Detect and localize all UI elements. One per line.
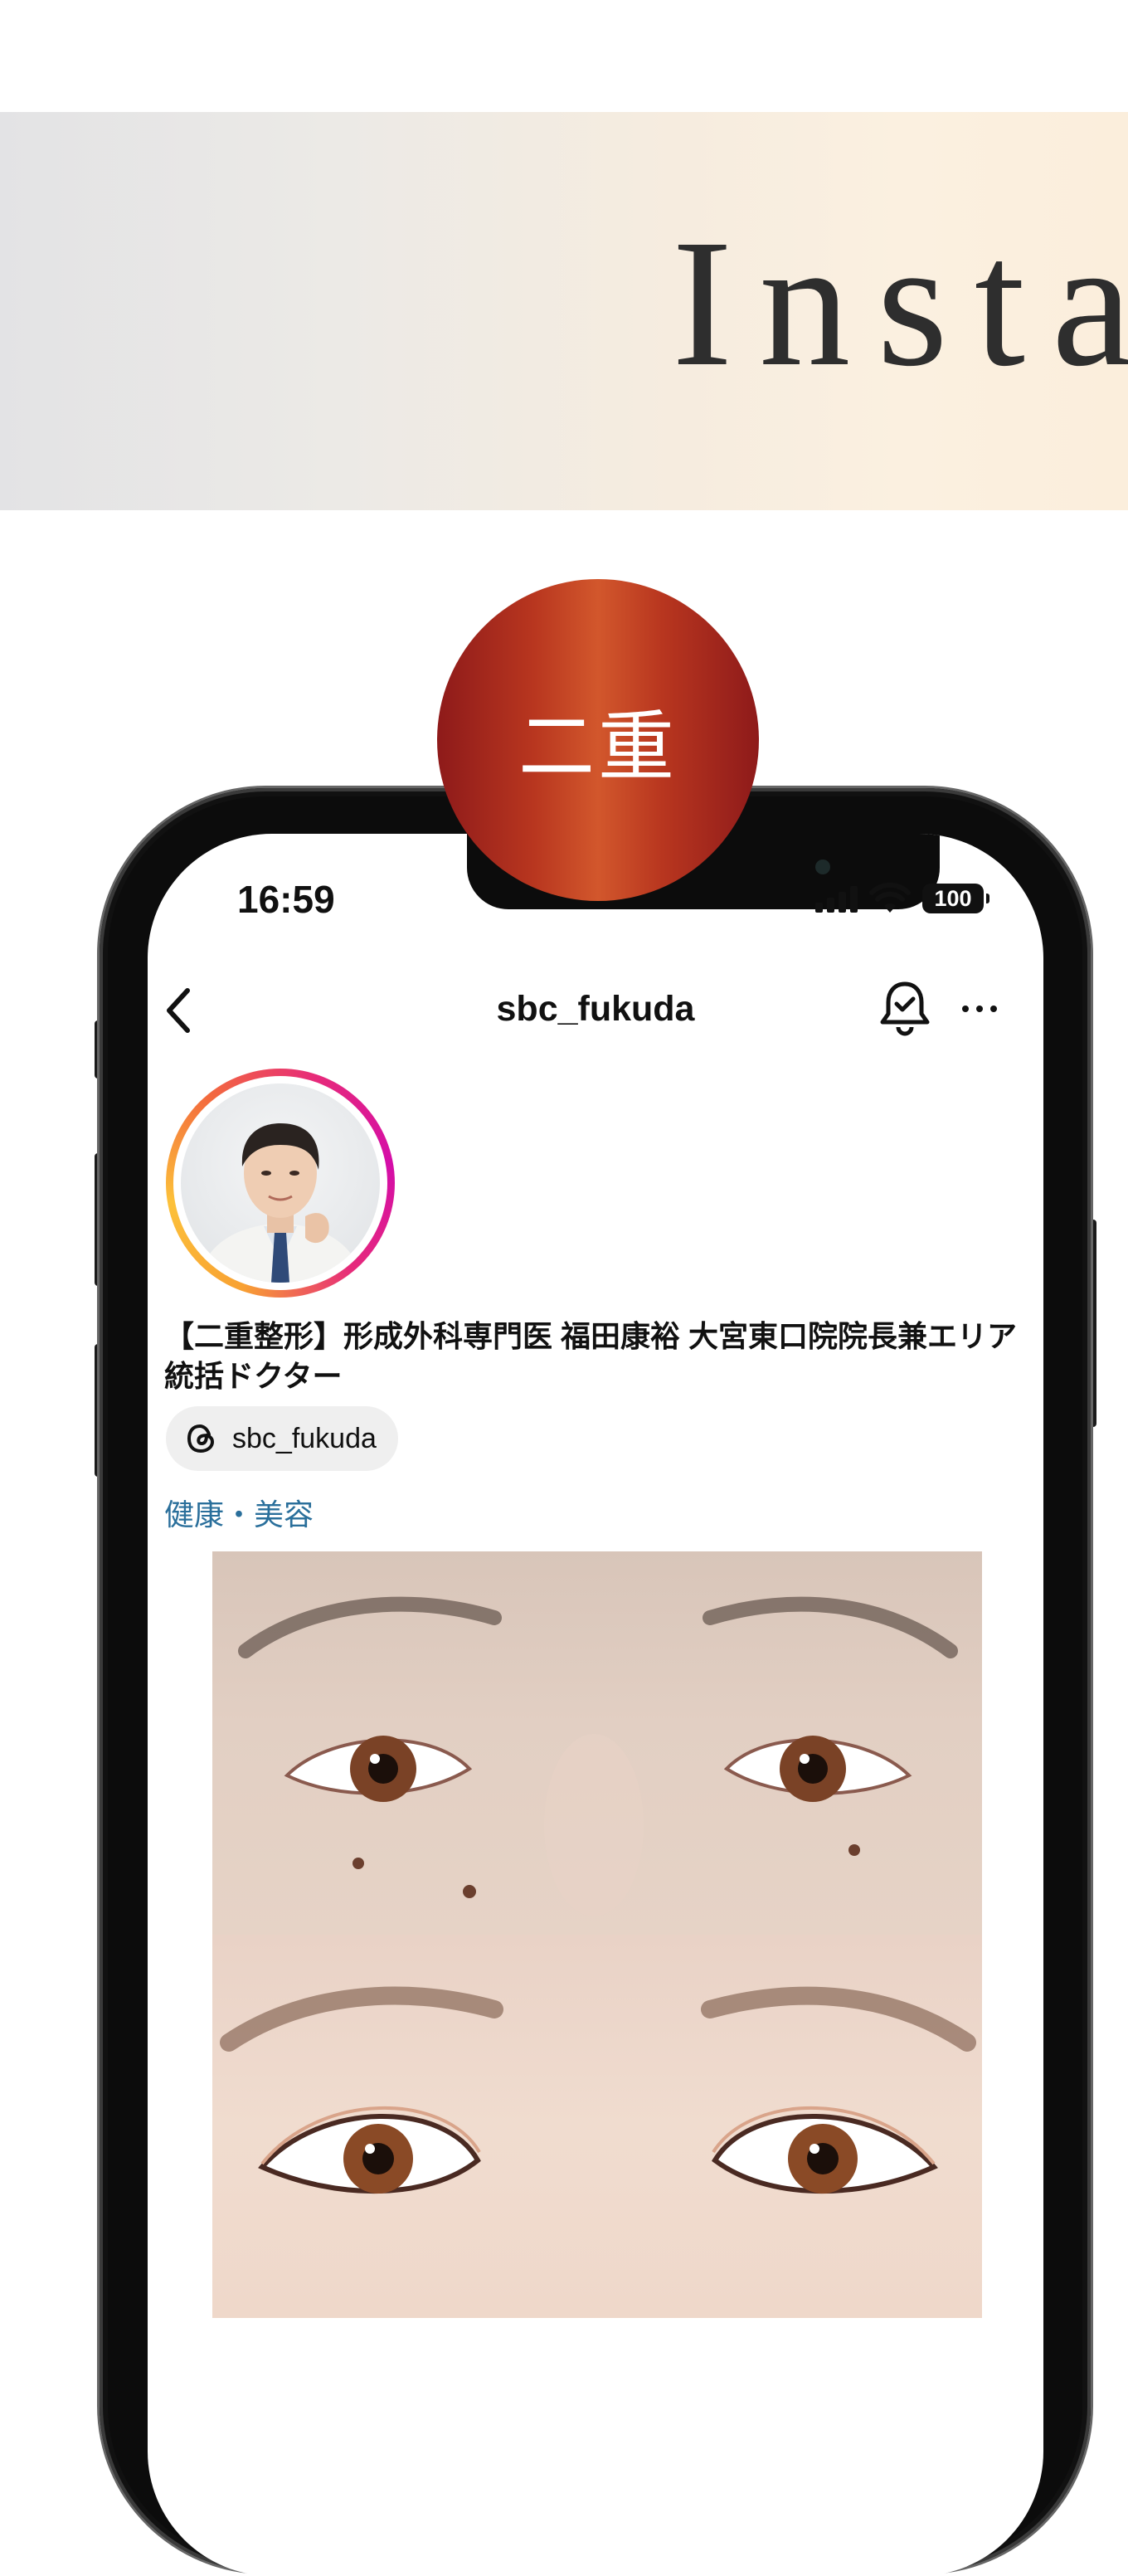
phone-screen: 16:59 100 sbc_fukuda 【二重整形】形成外科専門医 福田康裕 … <box>148 834 1043 2576</box>
battery-icon: 100 <box>922 884 989 913</box>
story-ring[interactable] <box>166 1069 395 1298</box>
after-eyes-image <box>220 1986 976 2194</box>
bell-check-icon[interactable] <box>878 979 932 1037</box>
badge-label: 二重 <box>518 702 678 791</box>
bio-name: 【二重整形】形成外科専門医 福田康裕 大宮東口院院長兼エリア統括ドクター <box>164 1319 1018 1393</box>
status-time: 16:59 <box>237 878 335 921</box>
avatar[interactable] <box>181 1083 380 1283</box>
battery-level: 100 <box>934 885 972 911</box>
profile-category[interactable]: 健康・美容 <box>164 1491 314 1534</box>
status-icons: 100 <box>815 882 989 915</box>
threads-icon <box>187 1424 215 1454</box>
front-camera <box>815 859 830 874</box>
before-eyes-photo[interactable] <box>212 1551 982 1935</box>
profile-header: sbc_fukuda <box>148 979 1043 1045</box>
wifi-icon <box>869 883 911 913</box>
threads-link-chip[interactable]: sbc_fukuda <box>166 1406 398 1471</box>
banner-title: Insta <box>672 202 1128 404</box>
avatar-portrait <box>197 1123 363 1283</box>
threads-handle: sbc_fukuda <box>232 1422 377 1454</box>
before-eyes-image <box>238 1596 958 1916</box>
title-banner: Insta <box>0 112 1128 510</box>
category-badge: 二重 <box>437 579 759 901</box>
after-eyes-photo[interactable] <box>212 1935 982 2318</box>
phone-frame: 16:59 100 sbc_fukuda 【二重整形】形成外科専門医 福田康裕 … <box>100 788 1091 2576</box>
signal-icon <box>815 884 858 913</box>
more-dots-icon[interactable] <box>962 1006 997 1012</box>
